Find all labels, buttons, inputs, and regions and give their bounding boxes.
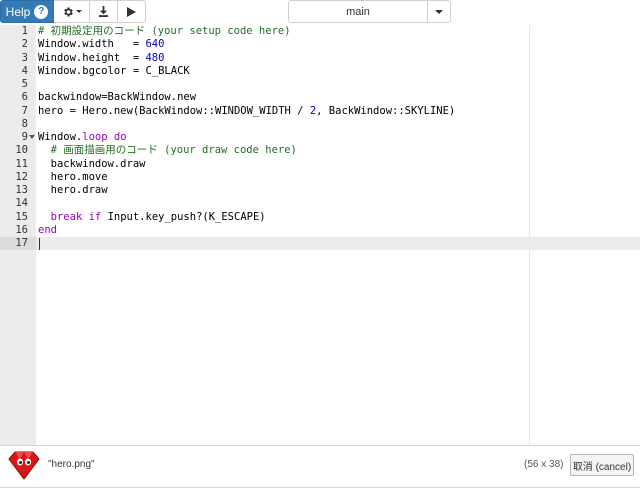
- code-line[interactable]: 13 hero.draw: [0, 184, 640, 197]
- code-line[interactable]: 16 end: [0, 224, 640, 237]
- line-number: 7: [21, 104, 28, 117]
- code-line[interactable]: 2 Window.width = 640: [0, 38, 640, 51]
- code-token: backwindow.draw: [38, 157, 146, 170]
- code-text: Window.height = 480: [38, 52, 164, 65]
- line-number: 14: [15, 197, 28, 210]
- code-line[interactable]: 7 hero = Hero.new(BackWindow::WINDOW_WIDT…: [0, 105, 640, 118]
- code-text: Window.bgcolor = C_BLACK: [38, 65, 190, 78]
- help-button[interactable]: Help ?: [0, 0, 54, 23]
- code-token: hero = Hero.new(BackWindow::WINDOW_WIDTH…: [38, 104, 310, 117]
- code-token: break: [50, 210, 83, 223]
- code-token: 480: [145, 51, 165, 64]
- code-token: # 画面描画用のコード (your draw code here): [50, 144, 297, 157]
- branch-select-value[interactable]: main: [288, 0, 428, 23]
- line-number: 12: [15, 170, 28, 183]
- code-token: hero.move: [38, 170, 108, 183]
- code-token: , BackWindow::SKYLINE): [316, 104, 456, 117]
- code-line[interactable]: 6 backwindow=BackWindow.new: [0, 91, 640, 104]
- help-icon: ?: [34, 4, 49, 19]
- line-number: 6: [21, 91, 28, 104]
- code-line[interactable]: 3 Window.height = 480: [0, 52, 640, 65]
- text-cursor: [39, 238, 40, 250]
- code-text: # 初期設定用のコード (your setup code here): [38, 25, 291, 38]
- line-number: 11: [15, 157, 28, 170]
- cancel-button[interactable]: 取消 (cancel): [570, 454, 634, 476]
- line-number: 5: [21, 78, 28, 90]
- code-token: end: [38, 223, 57, 236]
- branch-select[interactable]: main: [288, 0, 451, 23]
- line-number: 15: [15, 210, 28, 223]
- line-number: 3: [21, 51, 28, 64]
- line-number: 10: [15, 144, 28, 157]
- code-token: Window.bgcolor = C_BLACK: [38, 64, 190, 77]
- code-line[interactable]: 11 backwindow.draw: [0, 158, 640, 171]
- code-line[interactable]: 15 break if Input.key_push?(K_ESCAPE): [0, 211, 640, 224]
- line-number: 13: [15, 184, 28, 196]
- gear-icon: [63, 7, 73, 16]
- code-token: if: [88, 210, 102, 223]
- run-button[interactable]: [118, 0, 146, 23]
- code-text: break if Input.key_push?(K_ESCAPE): [38, 211, 266, 224]
- code-line[interactable]: 14: [0, 197, 640, 210]
- code-line[interactable]: 12 hero.move: [0, 171, 640, 184]
- code-token: Window.height =: [38, 51, 146, 64]
- code-token: Input.key_push?(K_ESCAPE): [101, 210, 266, 223]
- code-token: hero.draw: [38, 184, 108, 196]
- code-line[interactable]: 17: [0, 237, 640, 250]
- line-number: 9: [21, 131, 28, 143]
- toolbar: Help ? main: [0, 0, 640, 25]
- code-token: 640: [145, 38, 165, 51]
- code-line[interactable]: 9 Window.loop do: [0, 131, 640, 144]
- line-number: 8: [21, 117, 28, 130]
- code-text: hero.draw: [38, 184, 108, 197]
- code-token: Window.: [38, 131, 83, 143]
- code-line[interactable]: 4 Window.bgcolor = C_BLACK: [0, 65, 640, 78]
- code-token: # 初期設定用のコード (your setup code here): [38, 25, 291, 37]
- code-text: backwindow.draw: [38, 157, 146, 171]
- branch-dropdown-toggle[interactable]: [427, 0, 451, 23]
- download-button[interactable]: [90, 0, 118, 23]
- help-label: Help: [5, 4, 31, 19]
- chevron-down-icon: [435, 9, 443, 14]
- line-number: 1: [21, 25, 28, 37]
- play-icon: [127, 6, 136, 17]
- line-number: 16: [15, 223, 28, 236]
- code-token: loop: [82, 131, 108, 143]
- code-text: hero = Hero.new(BackWindow::WINDOW_WIDTH…: [38, 105, 455, 118]
- settings-button[interactable]: [54, 0, 90, 23]
- asset-dimensions: (56 x 38): [524, 459, 564, 470]
- hero-sprite-icon: [8, 451, 40, 480]
- code-line[interactable]: 10 # 画面描画用のコード (your draw code here): [0, 144, 640, 157]
- code-line[interactable]: 5: [0, 78, 640, 91]
- code-text: end: [38, 224, 57, 237]
- code-text: hero.move: [38, 171, 108, 184]
- code-editor[interactable]: 1 # 初期設定用のコード (your setup code here) 2 Wind…: [0, 25, 640, 445]
- code-text: # 画面描画用のコード (your draw code here): [38, 144, 297, 157]
- code-text: Window.loop do: [38, 131, 127, 144]
- code-token: backwindow=BackWindow.new: [38, 91, 197, 104]
- code-lines[interactable]: 1 # 初期設定用のコード (your setup code here) 2 Wind…: [0, 25, 640, 250]
- code-token: Window.width =: [38, 38, 146, 51]
- code-text: backwindow=BackWindow.new: [38, 91, 196, 104]
- line-number: 4: [21, 64, 28, 77]
- fold-toggle-icon[interactable]: [29, 135, 35, 139]
- chevron-down-icon: [75, 10, 82, 13]
- line-number: 2: [21, 38, 28, 51]
- code-line[interactable]: 1 # 初期設定用のコード (your setup code here): [0, 25, 640, 38]
- asset-filename: "hero.png": [48, 459, 95, 470]
- code-line[interactable]: 8: [0, 118, 640, 131]
- code-text: Window.width = 640: [38, 38, 164, 51]
- asset-bar: "hero.png" (56 x 38) 取消 (cancel): [0, 445, 640, 488]
- line-number: 17: [15, 237, 28, 249]
- download-icon: [98, 6, 109, 17]
- code-token: do: [113, 131, 127, 143]
